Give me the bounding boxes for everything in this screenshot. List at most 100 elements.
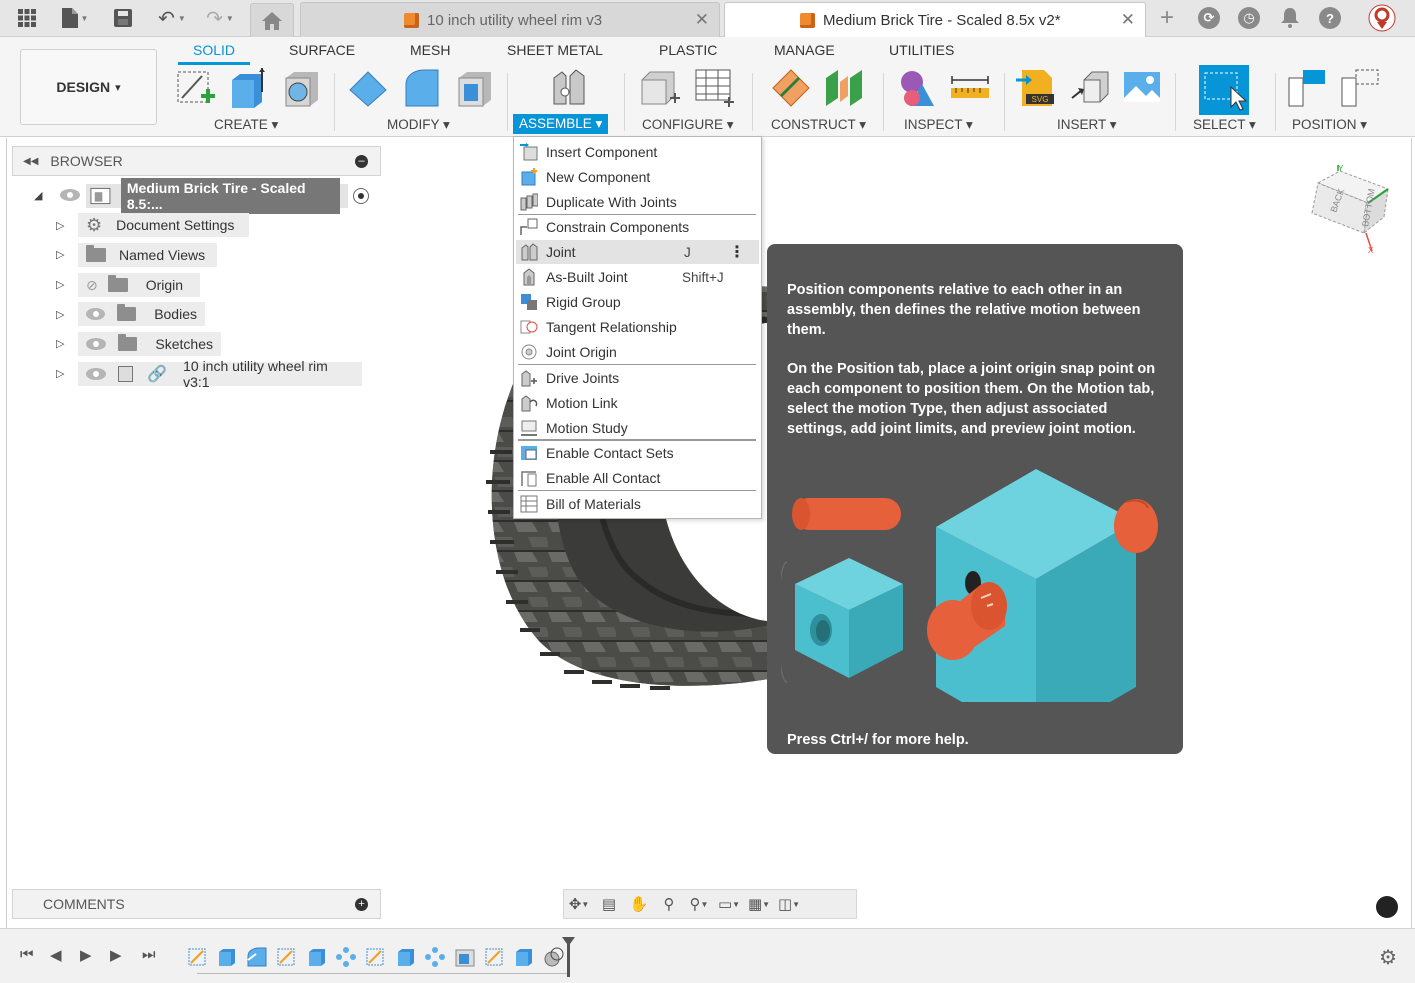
hole-icon[interactable]: [282, 68, 322, 108]
activate-component-radio[interactable]: [353, 188, 369, 204]
group-insert[interactable]: INSERT ▾: [1057, 117, 1117, 133]
menu-item-enable-contact-sets[interactable]: Enable Contact Sets: [516, 441, 759, 465]
tab-utilities[interactable]: UTILITIES: [889, 42, 954, 58]
tree-node[interactable]: Sketches: [78, 332, 221, 356]
tab-manage[interactable]: MANAGE: [774, 42, 835, 58]
menu-item-joint[interactable]: Joint J ⋮: [516, 240, 759, 264]
save-icon[interactable]: [112, 6, 134, 30]
go-to-end-icon[interactable]: ⏭: [142, 946, 156, 963]
grid-settings-icon[interactable]: ▦ ▼: [744, 892, 774, 916]
timeline-sketch-icon[interactable]: [365, 946, 387, 968]
orbit-icon[interactable]: ✥ ▼: [564, 892, 594, 916]
apps-grid-icon[interactable]: [14, 6, 40, 30]
pan-hand-icon[interactable]: ✋: [624, 892, 654, 916]
menu-item-drive-joints[interactable]: Drive Joints: [516, 366, 759, 390]
tree-node[interactable]: ⚙ Document Settings: [78, 213, 249, 237]
visibility-eye-icon[interactable]: [86, 308, 106, 320]
offset-plane-icon[interactable]: [771, 68, 811, 108]
profile-icon[interactable]: [1367, 4, 1397, 32]
menu-item-bill-of-materials[interactable]: Bill of Materials: [516, 492, 759, 516]
revert-position-icon[interactable]: [1340, 68, 1380, 108]
timeline-extrude-icon[interactable]: [306, 946, 328, 968]
browser-panel-header[interactable]: ◀◀ BROWSER –: [12, 146, 381, 176]
tab-sheet-metal[interactable]: SHEET METAL: [507, 42, 603, 58]
go-to-start-icon[interactable]: ⏮: [20, 946, 34, 963]
timeline-sketch-icon[interactable]: [276, 946, 298, 968]
hidden-eye-icon[interactable]: ⊘: [86, 277, 98, 294]
select-icon[interactable]: [1199, 65, 1249, 115]
midplane-icon[interactable]: [824, 68, 864, 108]
home-button[interactable]: [250, 3, 294, 37]
expand-arrow-icon[interactable]: ▷: [56, 337, 64, 350]
configuration-table-icon[interactable]: [694, 68, 734, 108]
menu-item-tangent-relationship[interactable]: Tangent Relationship: [516, 315, 759, 339]
step-back-icon[interactable]: ◀: [50, 946, 62, 964]
interference-icon[interactable]: [896, 68, 936, 108]
group-position[interactable]: POSITION ▾: [1292, 117, 1367, 133]
menu-item-as-built-joint[interactable]: As-Built Joint Shift+J: [516, 265, 759, 289]
group-modify[interactable]: MODIFY ▾: [387, 117, 450, 133]
timeline-pattern-icon[interactable]: [335, 946, 357, 968]
menu-item-motion-link[interactable]: Motion Link: [516, 391, 759, 415]
group-configure[interactable]: CONFIGURE ▾: [642, 117, 734, 133]
viewports-icon[interactable]: ◫ ▼: [774, 892, 804, 916]
redo-button[interactable]: ↷ ▼: [200, 6, 240, 30]
capture-position-icon[interactable]: [1287, 68, 1327, 108]
group-create[interactable]: CREATE ▾: [214, 117, 278, 133]
timeline-extrude-icon[interactable]: [216, 946, 238, 968]
visibility-eye-icon[interactable]: [86, 368, 106, 380]
timeline-shell-icon[interactable]: [454, 946, 476, 968]
timeline-settings-gear-icon[interactable]: ⚙: [1379, 945, 1397, 970]
menu-item-motion-study[interactable]: Motion Study: [516, 416, 759, 440]
close-icon[interactable]: ✕: [695, 10, 709, 30]
timeline-extrude-icon[interactable]: [395, 946, 417, 968]
tab-solid[interactable]: SOLID: [193, 42, 235, 58]
extrude-icon[interactable]: [228, 68, 268, 108]
configure-icon[interactable]: [640, 68, 680, 108]
timeline-pattern-icon[interactable]: [424, 946, 446, 968]
extensions-icon[interactable]: ⟳: [1198, 7, 1220, 29]
add-comment-icon[interactable]: +: [355, 897, 368, 911]
menu-item-new-component[interactable]: New Component: [516, 165, 759, 189]
expand-arrow-icon[interactable]: ▷: [56, 308, 64, 321]
notifications-icon[interactable]: [1278, 6, 1302, 30]
fillet-icon[interactable]: [402, 68, 442, 108]
timeline-sketch-icon[interactable]: [187, 946, 209, 968]
add-tab-icon[interactable]: +: [1155, 4, 1179, 31]
help-icon[interactable]: ?: [1319, 7, 1341, 29]
menu-item-insert-component[interactable]: Insert Component: [516, 140, 759, 164]
close-icon[interactable]: ✕: [1121, 10, 1135, 30]
menu-item-duplicate-with-joints[interactable]: Duplicate With Joints: [516, 190, 759, 214]
display-settings-icon[interactable]: ▭ ▼: [714, 892, 744, 916]
visibility-eye-icon[interactable]: [86, 338, 106, 350]
menu-item-constrain-components[interactable]: Constrain Components: [516, 215, 759, 239]
canvas-image-icon[interactable]: [1122, 68, 1162, 108]
zoom-icon[interactable]: ⚲: [654, 892, 684, 916]
menu-item-rigid-group[interactable]: Rigid Group: [516, 290, 759, 314]
document-tab-rim[interactable]: 10 inch utility wheel rim v3 ✕: [300, 2, 720, 37]
insert-mesh-icon[interactable]: [1070, 68, 1110, 108]
group-construct[interactable]: CONSTRUCT ▾: [771, 117, 866, 133]
group-assemble[interactable]: ASSEMBLE ▾: [513, 114, 609, 134]
comments-panel-header[interactable]: COMMENTS +: [12, 889, 381, 919]
visibility-eye-icon[interactable]: [60, 189, 80, 201]
press-pull-icon[interactable]: [348, 68, 388, 108]
tab-surface[interactable]: SURFACE: [289, 42, 355, 58]
expand-arrow-icon[interactable]: ▷: [56, 367, 64, 380]
collapse-panel-icon[interactable]: ◀◀: [23, 156, 38, 167]
expand-arrow-icon[interactable]: ▷: [56, 278, 64, 291]
undo-button[interactable]: ↶ ▼: [152, 6, 192, 30]
create-sketch-icon[interactable]: [176, 68, 216, 108]
job-status-icon[interactable]: ◷: [1238, 7, 1260, 29]
minimize-panel-icon[interactable]: –: [355, 154, 368, 168]
tab-mesh[interactable]: MESH: [410, 42, 450, 58]
menu-item-joint-origin[interactable]: Joint Origin: [516, 340, 759, 364]
timeline-marker[interactable]: [567, 939, 570, 977]
view-cube[interactable]: Y X BACK BOTTOM: [1310, 163, 1390, 255]
tree-node[interactable]: 🔗 10 inch utility wheel rim v3:1: [78, 358, 362, 390]
shell-icon[interactable]: [455, 68, 495, 108]
look-at-icon[interactable]: ▤: [594, 892, 624, 916]
group-inspect[interactable]: INSPECT ▾: [904, 117, 973, 133]
step-forward-icon[interactable]: ▶: [110, 946, 122, 964]
fit-zoom-icon[interactable]: ⚲ ▼: [684, 892, 714, 916]
